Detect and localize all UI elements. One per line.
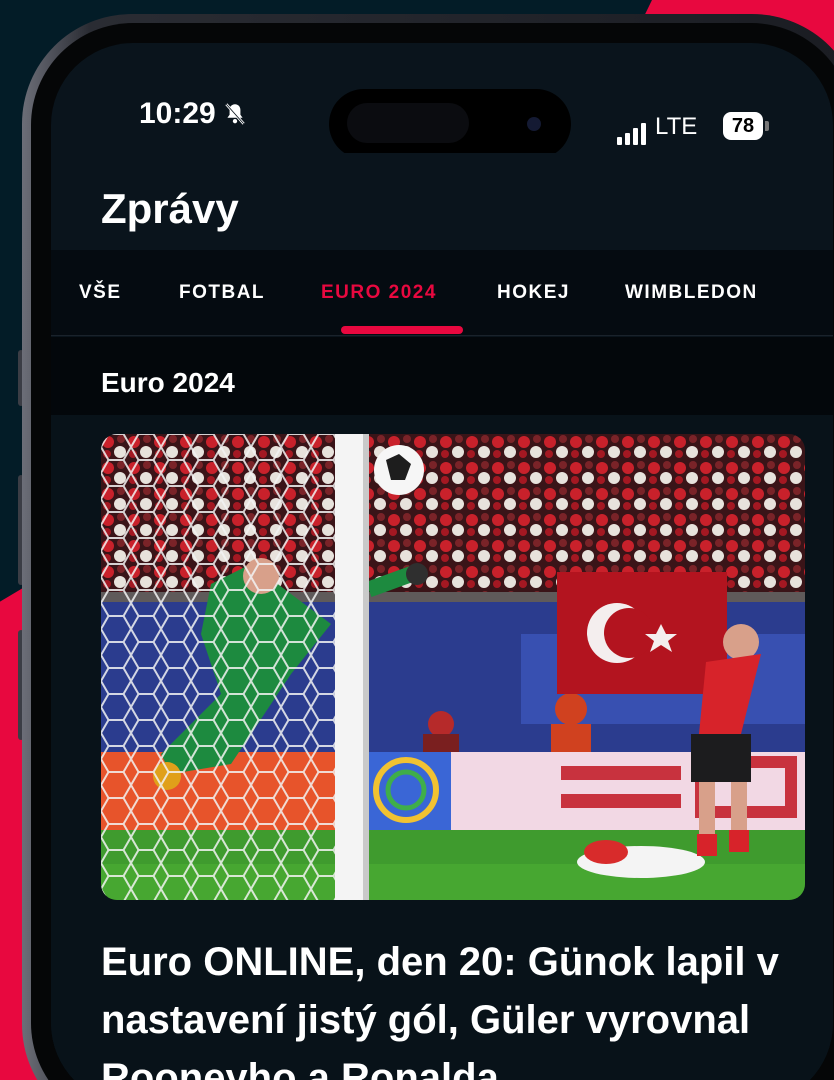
cellular-signal-icon (617, 123, 646, 145)
article-headline[interactable]: Euro ONLINE, den 20: Günok lapil v nasta… (101, 933, 811, 1080)
active-tab-indicator (341, 326, 463, 334)
phone-screen: 10:29 LTE 78 Zprávy VŠE FOTBAL EURO 2024… (51, 43, 833, 1080)
category-tabs: VŠE FOTBAL EURO 2024 HOKEJ WIMBLEDON (51, 250, 833, 336)
tab-fotbal[interactable]: FOTBAL (179, 282, 265, 304)
status-bar: 10:29 LTE 78 (51, 43, 833, 159)
app-header: Zprávy (51, 153, 833, 248)
article-image[interactable] (101, 434, 805, 900)
status-time-label: 10:29 (139, 97, 216, 130)
front-camera (527, 117, 541, 131)
article-photo (101, 434, 805, 900)
dynamic-island-pill (347, 103, 469, 143)
network-type: LTE (655, 113, 698, 140)
phone-bezel: 10:29 LTE 78 Zprávy VŠE FOTBAL EURO 2024… (31, 23, 834, 1080)
status-time: 10:29 (139, 97, 248, 131)
battery-tip (765, 121, 769, 131)
section-title: Euro 2024 (101, 367, 235, 398)
tab-wimbledon[interactable]: WIMBLEDON (625, 282, 758, 304)
dynamic-island (329, 89, 571, 159)
tab-euro-2024[interactable]: EURO 2024 (321, 282, 437, 304)
tab-hokej[interactable]: HOKEJ (497, 282, 570, 304)
tab-vse[interactable]: VŠE (79, 282, 122, 304)
page-title: Zprávy (101, 185, 239, 232)
bell-slash-icon (225, 103, 245, 125)
section-header: Euro 2024 (51, 337, 833, 415)
phone-frame: 10:29 LTE 78 Zprávy VŠE FOTBAL EURO 2024… (22, 14, 834, 1080)
battery-icon: 78 (723, 112, 763, 140)
